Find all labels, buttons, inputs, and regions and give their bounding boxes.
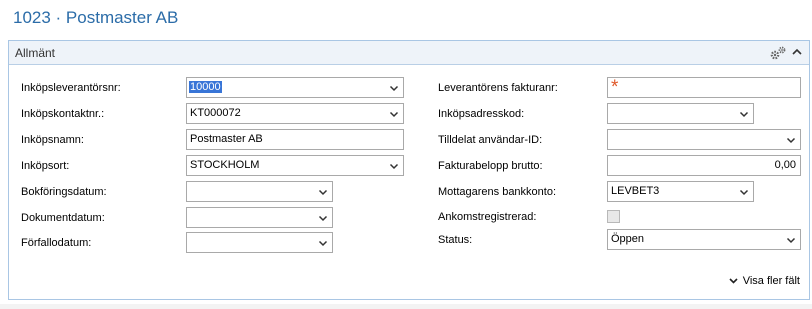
recipient-bank-account-value: LEVBET3 xyxy=(611,185,660,197)
purchase-city-value: STOCKHOLM xyxy=(190,159,260,171)
purchase-vendor-no-label: Inköpsleverantörsnr: xyxy=(21,82,121,94)
caret-up-icon[interactable] xyxy=(791,45,803,59)
recipient-bank-account-select[interactable]: LEVBET3 xyxy=(607,181,754,202)
gear-icon[interactable] xyxy=(769,45,787,61)
due-date-select[interactable] xyxy=(186,232,333,253)
chevron-down-icon[interactable] xyxy=(786,135,796,145)
chevron-down-icon[interactable] xyxy=(389,161,399,171)
purchase-city-select[interactable]: STOCKHOLM xyxy=(186,155,404,176)
purchase-vendor-no-select[interactable]: 10000 xyxy=(186,77,404,98)
purchase-address-code-select[interactable] xyxy=(607,103,754,124)
status-select[interactable]: Öppen xyxy=(607,229,801,250)
chevron-down-icon[interactable] xyxy=(318,187,328,197)
recipient-bank-account-label: Mottagarens bankkonto: xyxy=(438,186,557,198)
required-marker: * xyxy=(611,77,619,98)
chevron-down-icon[interactable] xyxy=(786,235,796,245)
bottom-bar xyxy=(0,304,812,309)
posting-date-select[interactable] xyxy=(186,181,333,202)
chevron-down-icon[interactable] xyxy=(739,187,749,197)
purchase-contact-no-value: KT000072 xyxy=(190,107,241,119)
chevron-down-icon[interactable] xyxy=(318,238,328,248)
invoice-amount-gross-value: 0,00 xyxy=(774,159,796,171)
general-panel: Allmänt Inköpsleverantörsnr: 10000 Inköp… xyxy=(8,40,810,300)
vendor-invoice-no-label: Leverantörens fakturanr: xyxy=(438,82,558,94)
purchase-name-label: Inköpsnamn: xyxy=(21,134,84,146)
panel-title: Allmänt xyxy=(15,46,56,60)
arrival-registered-label: Ankomstregistrerad: xyxy=(438,211,537,223)
due-date-label: Förfallodatum: xyxy=(21,237,92,249)
assigned-user-id-label: Tilldelat användar-ID: xyxy=(438,134,543,146)
document-date-select[interactable] xyxy=(186,207,333,228)
purchase-vendor-no-value: 10000 xyxy=(189,81,222,93)
panel-header[interactable]: Allmänt xyxy=(9,41,809,65)
purchase-name-input[interactable]: Postmaster AB xyxy=(186,129,404,150)
chevron-down-icon xyxy=(729,278,738,284)
arrival-registered-checkbox[interactable] xyxy=(607,210,620,223)
show-more-label: Visa fler fält xyxy=(742,275,800,287)
chevron-down-icon[interactable] xyxy=(318,213,328,223)
purchase-name-value: Postmaster AB xyxy=(190,133,263,145)
chevron-down-icon[interactable] xyxy=(739,109,749,119)
chevron-down-icon[interactable] xyxy=(389,109,399,119)
assigned-user-id-select[interactable] xyxy=(607,129,801,150)
page-title: 1023 · Postmaster AB xyxy=(13,8,179,27)
chevron-down-icon[interactable] xyxy=(389,83,399,93)
vendor-invoice-no-input[interactable]: * xyxy=(607,77,801,98)
show-more-fields-link[interactable]: Visa fler fält xyxy=(729,275,800,287)
invoice-amount-gross-label: Fakturabelopp brutto: xyxy=(438,160,543,172)
invoice-amount-gross-input[interactable]: 0,00 xyxy=(607,155,801,176)
purchase-contact-no-label: Inköpskontaktnr.: xyxy=(21,108,105,120)
status-value: Öppen xyxy=(611,233,645,245)
purchase-city-label: Inköpsort: xyxy=(21,160,70,172)
document-date-label: Dokumentdatum: xyxy=(21,212,105,224)
posting-date-label: Bokföringsdatum: xyxy=(21,186,107,198)
purchase-contact-no-select[interactable]: KT000072 xyxy=(186,103,404,124)
status-label: Status: xyxy=(438,234,473,246)
purchase-address-code-label: Inköpsadresskod: xyxy=(438,108,525,120)
